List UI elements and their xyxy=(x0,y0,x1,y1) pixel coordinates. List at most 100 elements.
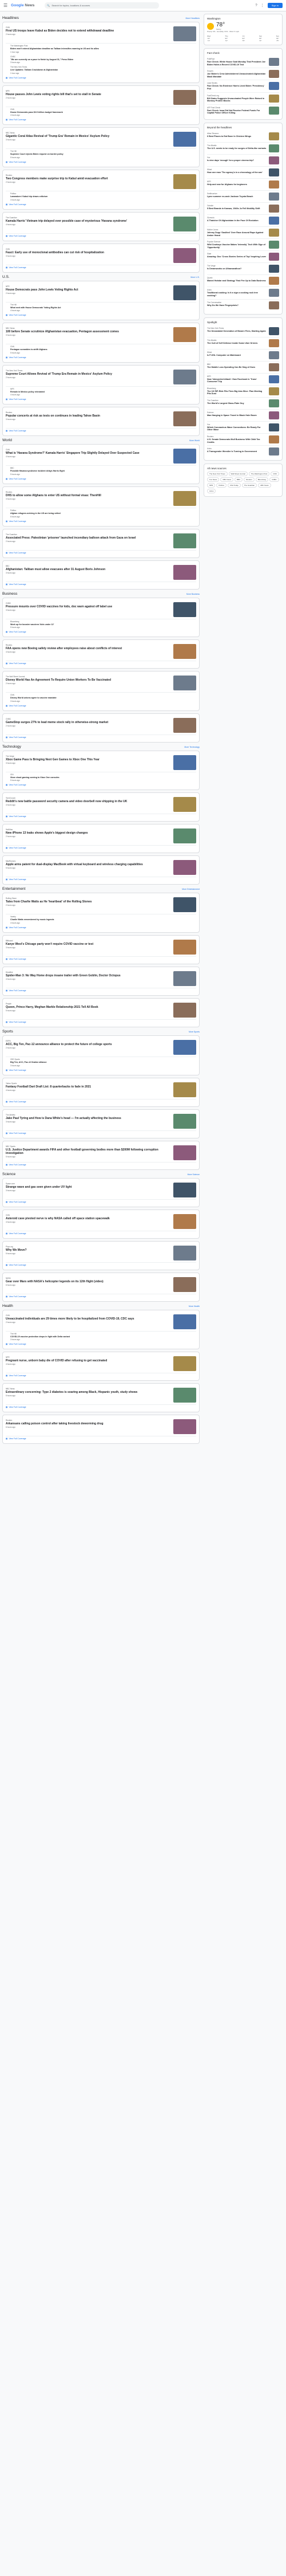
story-headline[interactable]: GameStop surges 27% to lead meme stock r… xyxy=(6,721,170,724)
story-headline[interactable]: House Democrats pass John Lewis Voting R… xyxy=(6,288,170,292)
story[interactable]: Reuters Popular concerts at risk as tests… xyxy=(6,410,196,429)
source-chip[interactable]: CNBC xyxy=(269,477,279,482)
story-headline[interactable]: Wild Cowboys Vaccine Makes 'Intensity' T… xyxy=(207,244,267,249)
related-story[interactable]: CNBC "We are currently on a pace to finis… xyxy=(6,54,196,65)
story-headline[interactable]: Strange wave and gas seen given under UV… xyxy=(6,1185,170,1189)
story[interactable]: Reuters Two Congress members make surpris… xyxy=(6,172,196,191)
story-headline[interactable]: Work up for booster vaccines 'kids under… xyxy=(10,623,196,626)
story-headline[interactable]: First US troops leave Kabul as Biden dec… xyxy=(6,29,170,33)
story-headline[interactable]: What next with House Democrats' Voting R… xyxy=(10,307,196,309)
full-coverage-link[interactable]: ▦ View Full Coverage xyxy=(6,988,196,993)
story-headline[interactable]: FAA opens new Boeing safety review after… xyxy=(6,647,170,650)
story-image[interactable] xyxy=(269,106,279,115)
sidebar-story[interactable]: The Verge Is Dreamworks on Ultramarathon? xyxy=(207,263,279,276)
story-image[interactable] xyxy=(269,399,279,407)
story-image[interactable] xyxy=(173,644,196,659)
sidebar-story[interactable]: Reuters U.S. Senate Democrats Mull Busine… xyxy=(207,434,279,446)
story-image[interactable] xyxy=(173,860,196,875)
full-coverage-link[interactable]: ▦ View Full Coverage xyxy=(6,1294,196,1299)
story-headline[interactable]: The 1D RIP-Ride Pits Fires Big Idea Slic… xyxy=(207,390,267,395)
story-image[interactable] xyxy=(269,301,279,309)
full-coverage-link[interactable]: ▦ View Full Coverage xyxy=(6,234,196,238)
story-headline[interactable]: Amazing: Doc 'Cross Stories Series of To… xyxy=(207,256,267,258)
sidebar-story[interactable]: Atlas Obscura 6 Best Places to Eat Bone I… xyxy=(207,131,279,143)
more-link[interactable]: More World xyxy=(189,439,200,442)
more-link[interactable]: More U.S. xyxy=(190,276,200,278)
story-image[interactable] xyxy=(269,411,279,419)
story-image[interactable] xyxy=(269,94,279,103)
story[interactable]: TechCrunch Reddit's new battle password s… xyxy=(6,795,196,815)
story-image[interactable] xyxy=(173,533,196,548)
story-headline[interactable]: Arkansans calling poison control after t… xyxy=(6,1422,170,1426)
story[interactable]: The Athletic Jake Paul Tyring and How is … xyxy=(6,1112,196,1131)
story[interactable]: CNN First US troops leave Kabul as Biden … xyxy=(6,25,196,44)
related-story[interactable]: Politico Afghan refugees arriving in the … xyxy=(6,508,196,519)
story[interactable]: Reuters DHS to allow some Afghans to ente… xyxy=(6,489,196,508)
story-headline[interactable]: Kanye West's Chicago party won't require… xyxy=(6,943,170,946)
story-image[interactable] xyxy=(173,828,196,844)
story[interactable]: NBC News Gigantic Coral Atlas Revival of … xyxy=(6,130,196,150)
story-headline[interactable]: Which Coronavirus Wave Connections: Be R… xyxy=(207,426,267,431)
full-coverage-link[interactable]: ▦ View Full Coverage xyxy=(6,1068,196,1073)
story-image[interactable] xyxy=(269,58,279,66)
story[interactable]: CNN Fauci: Early use of monoclonal antibo… xyxy=(6,246,196,265)
related-story[interactable]: BBC Possible Havana syndrome incident del… xyxy=(6,466,196,477)
sidebar-story[interactable]: BBC The Mobile Loss Spending Can Be Sing … xyxy=(207,362,279,374)
story-image[interactable] xyxy=(173,564,196,580)
story[interactable]: Deadline Spider-Man 3: No Way Home drops … xyxy=(6,969,196,988)
more-link[interactable]: More Technology xyxy=(184,746,200,748)
story-headline[interactable]: Fact Check: Iowa Did Not Receive Federal… xyxy=(207,109,267,115)
story-headline[interactable]: 100 before Senate scrutinize Afghanistan… xyxy=(6,330,170,333)
story-headline[interactable]: Lawmakers' Kabul trip draws criticism xyxy=(10,195,196,198)
story-image[interactable] xyxy=(173,1419,196,1435)
full-coverage-link[interactable]: ▦ View Full Coverage xyxy=(6,477,196,481)
sidebar-story[interactable]: The Atlantic The Cult of Self Defense Ins… xyxy=(207,337,279,350)
source-chip[interactable]: CNN xyxy=(271,472,279,477)
story[interactable]: CNN What is 'Havana Syndrome?' Kamala Har… xyxy=(6,447,196,466)
story-headline[interactable]: Disney World unions agree to vaccine man… xyxy=(10,697,196,700)
story-headline[interactable]: A Thatcher Of Afghanistan In the Face Of… xyxy=(207,219,267,222)
full-coverage-link[interactable]: ▦ View Full Coverage xyxy=(6,877,196,882)
story[interactable]: NPR House passes John Lewis voting rights… xyxy=(6,88,196,107)
source-chip[interactable]: NPR xyxy=(207,483,216,488)
full-coverage-link[interactable]: ▦ View Full Coverage xyxy=(6,846,196,850)
story[interactable]: NBC News Extraordinary concerning: Type 2… xyxy=(6,1386,196,1405)
story-headline[interactable]: Associated Press: Palestinian 'prisoner'… xyxy=(6,536,170,540)
story-image[interactable] xyxy=(269,216,279,225)
sidebar-story[interactable]: Axios A Transgender Wrestler Is Turning i… xyxy=(207,446,279,457)
story-image[interactable] xyxy=(269,363,279,371)
story-image[interactable] xyxy=(269,70,279,78)
story-image[interactable] xyxy=(173,216,196,231)
full-coverage-link[interactable]: ▦ View Full Coverage xyxy=(6,661,196,666)
logo[interactable]: Google News xyxy=(11,3,34,7)
story-headline[interactable]: Fact Check: White House Said Monday That… xyxy=(207,61,267,66)
story-image[interactable] xyxy=(269,289,279,297)
story-image[interactable] xyxy=(173,1214,196,1229)
story-image[interactable] xyxy=(173,369,196,384)
story-image[interactable] xyxy=(173,411,196,427)
story-image[interactable] xyxy=(173,797,196,812)
story[interactable]: Billboard Kanye West's Chicago party won'… xyxy=(6,938,196,957)
full-coverage-link[interactable]: ▦ View Full Coverage xyxy=(6,1373,196,1378)
full-coverage-link[interactable]: ▦ View Full Coverage xyxy=(6,783,196,787)
story[interactable]: NPR Pregnant nurse, unborn baby die of CO… xyxy=(6,1354,196,1374)
story[interactable]: BBC Afghanistan: Taliban must allow evacu… xyxy=(6,563,196,582)
sidebar-story[interactable]: Snopes Joe Biden's Crew Administered Unva… xyxy=(207,68,279,81)
story-image[interactable] xyxy=(173,89,196,105)
story-headline[interactable]: Jake Paul Tyring and How is Dana White's… xyxy=(6,1117,170,1120)
related-story[interactable]: CBS Sports Big Ten, ACC, Pac-12 finalize … xyxy=(6,1057,196,1068)
related-story[interactable]: Politico Lawmakers' Kabul trip draws crit… xyxy=(6,191,196,202)
story-headline[interactable]: Lyme summer ex-cash Jackson Toyota Beach xyxy=(207,195,267,198)
source-chip[interactable]: The New York Times xyxy=(207,472,228,477)
story-image[interactable] xyxy=(269,351,279,359)
story-headline[interactable]: A Transgender Wrestler Is Turning in Gov… xyxy=(207,450,267,453)
section-title[interactable]: Science xyxy=(2,1172,15,1176)
sidebar-story[interactable]: The New York Times The Devastated Generat… xyxy=(207,325,279,337)
story-image[interactable] xyxy=(269,327,279,335)
story-headline[interactable]: Is Dreamworks on Ultramarathon? xyxy=(207,268,267,270)
story[interactable]: NPR House Democrats pass John Lewis Votin… xyxy=(6,284,196,303)
story[interactable]: CNBC GameStop surges 27% to lead meme sto… xyxy=(6,716,196,735)
sidebar-story[interactable]: Slate Amazing: Doc 'Cross Stories Series … xyxy=(207,251,279,264)
sidebar-story[interactable]: Wired Is P-DSL Computer on Mainboard xyxy=(207,350,279,362)
sidebar-story[interactable]: Axios Traditional cooking: Is it a sign a… xyxy=(207,287,279,300)
